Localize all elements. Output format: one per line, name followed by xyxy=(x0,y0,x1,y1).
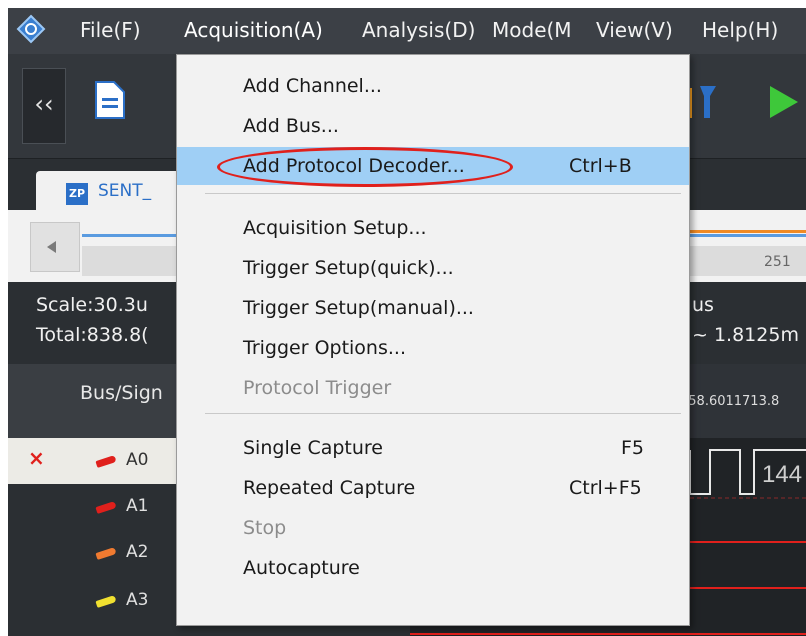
menu-separator xyxy=(205,193,681,194)
menu-item-autocapture[interactable]: Autocapture xyxy=(177,549,689,587)
menu-item-shortcut: Ctrl+F5 xyxy=(569,477,642,499)
menu-item-repeated-capture[interactable]: Repeated Capture Ctrl+F5 xyxy=(177,469,689,507)
total-text: Total:838.8( xyxy=(36,324,149,346)
scroll-left-button[interactable] xyxy=(30,222,80,272)
menu-item-label: Acquisition Setup... xyxy=(243,217,427,239)
probe-icon xyxy=(95,501,117,514)
document-tab-label: SENT_ xyxy=(98,181,152,201)
ruler-label: 658.6011713.8 xyxy=(680,394,780,409)
menu-item-shortcut: Ctrl+B xyxy=(569,155,632,177)
app-window: File(F) Acquisition(A) Analysis(D) Mode(… xyxy=(8,8,806,636)
menu-item-label: Protocol Trigger xyxy=(243,377,392,399)
channel-label: A1 xyxy=(126,496,149,516)
menu-item-label: Trigger Options... xyxy=(243,337,406,359)
menu-item-label: Add Bus... xyxy=(243,115,339,137)
probe-icon xyxy=(95,595,117,608)
probe-icon xyxy=(95,547,117,560)
channel-label: A2 xyxy=(126,542,149,562)
menu-separator xyxy=(205,413,681,414)
menu-item-shortcut: F5 xyxy=(621,437,645,459)
menu-view[interactable]: View(V) xyxy=(596,18,673,42)
menu-item-add-channel[interactable]: Add Channel... xyxy=(177,67,689,105)
scale-text: Scale:30.3u xyxy=(36,294,148,316)
menu-item-label: Stop xyxy=(243,517,287,539)
menu-item-label: Trigger Setup(quick)... xyxy=(243,257,454,279)
channel-label: A3 xyxy=(126,590,149,610)
new-file-icon[interactable] xyxy=(94,80,126,120)
waveform-value-label: 144 xyxy=(762,461,802,488)
menu-item-label: Repeated Capture xyxy=(243,477,416,499)
acquisition-menu: Add Channel... Add Bus... Add Protocol D… xyxy=(176,54,690,626)
probe-icon xyxy=(95,455,117,468)
menu-item-trigger-options[interactable]: Trigger Options... xyxy=(177,329,689,367)
overview-marker xyxy=(688,230,806,233)
menu-help[interactable]: Help(H) xyxy=(702,18,778,42)
delete-channel-icon[interactable]: × xyxy=(28,446,45,470)
unit-text: us xyxy=(692,294,714,316)
menu-file[interactable]: File(F) xyxy=(80,18,141,42)
menu-item-label: Add Protocol Decoder... xyxy=(243,155,465,177)
menu-item-trigger-setup-quick[interactable]: Trigger Setup(quick)... xyxy=(177,249,689,287)
bus-signal-header: Bus/Sign xyxy=(80,382,163,404)
menu-item-trigger-setup-manual[interactable]: Trigger Setup(manual)... xyxy=(177,289,689,327)
menubar: File(F) Acquisition(A) Analysis(D) Mode(… xyxy=(8,8,806,54)
channel-label: A0 xyxy=(126,450,149,470)
menu-item-label: Trigger Setup(manual)... xyxy=(243,297,474,319)
menu-item-label: Single Capture xyxy=(243,437,383,459)
run-icon[interactable] xyxy=(766,84,800,120)
menu-mode[interactable]: Mode(M xyxy=(492,18,572,42)
zp-file-icon: ZP xyxy=(66,183,88,205)
menu-item-label: Autocapture xyxy=(243,557,360,579)
menu-item-label: Add Channel... xyxy=(243,75,382,97)
app-logo-icon xyxy=(16,14,46,44)
menu-item-protocol-trigger: Protocol Trigger xyxy=(177,369,689,407)
menu-item-stop: Stop xyxy=(177,509,689,547)
menu-item-acquisition-setup[interactable]: Acquisition Setup... xyxy=(177,209,689,247)
menu-analysis[interactable]: Analysis(D) xyxy=(362,18,475,42)
menu-item-single-capture[interactable]: Single Capture F5 xyxy=(177,429,689,467)
collapse-panel-button[interactable]: ‹‹ xyxy=(22,68,66,144)
menu-item-add-protocol-decoder[interactable]: Add Protocol Decoder... Ctrl+B xyxy=(177,147,689,187)
range-text: ~ 1.8125m xyxy=(692,324,799,346)
overview-tick-label: 251 xyxy=(764,254,791,270)
menu-acquisition[interactable]: Acquisition(A) xyxy=(184,18,323,42)
menu-item-add-bus[interactable]: Add Bus... xyxy=(177,107,689,145)
